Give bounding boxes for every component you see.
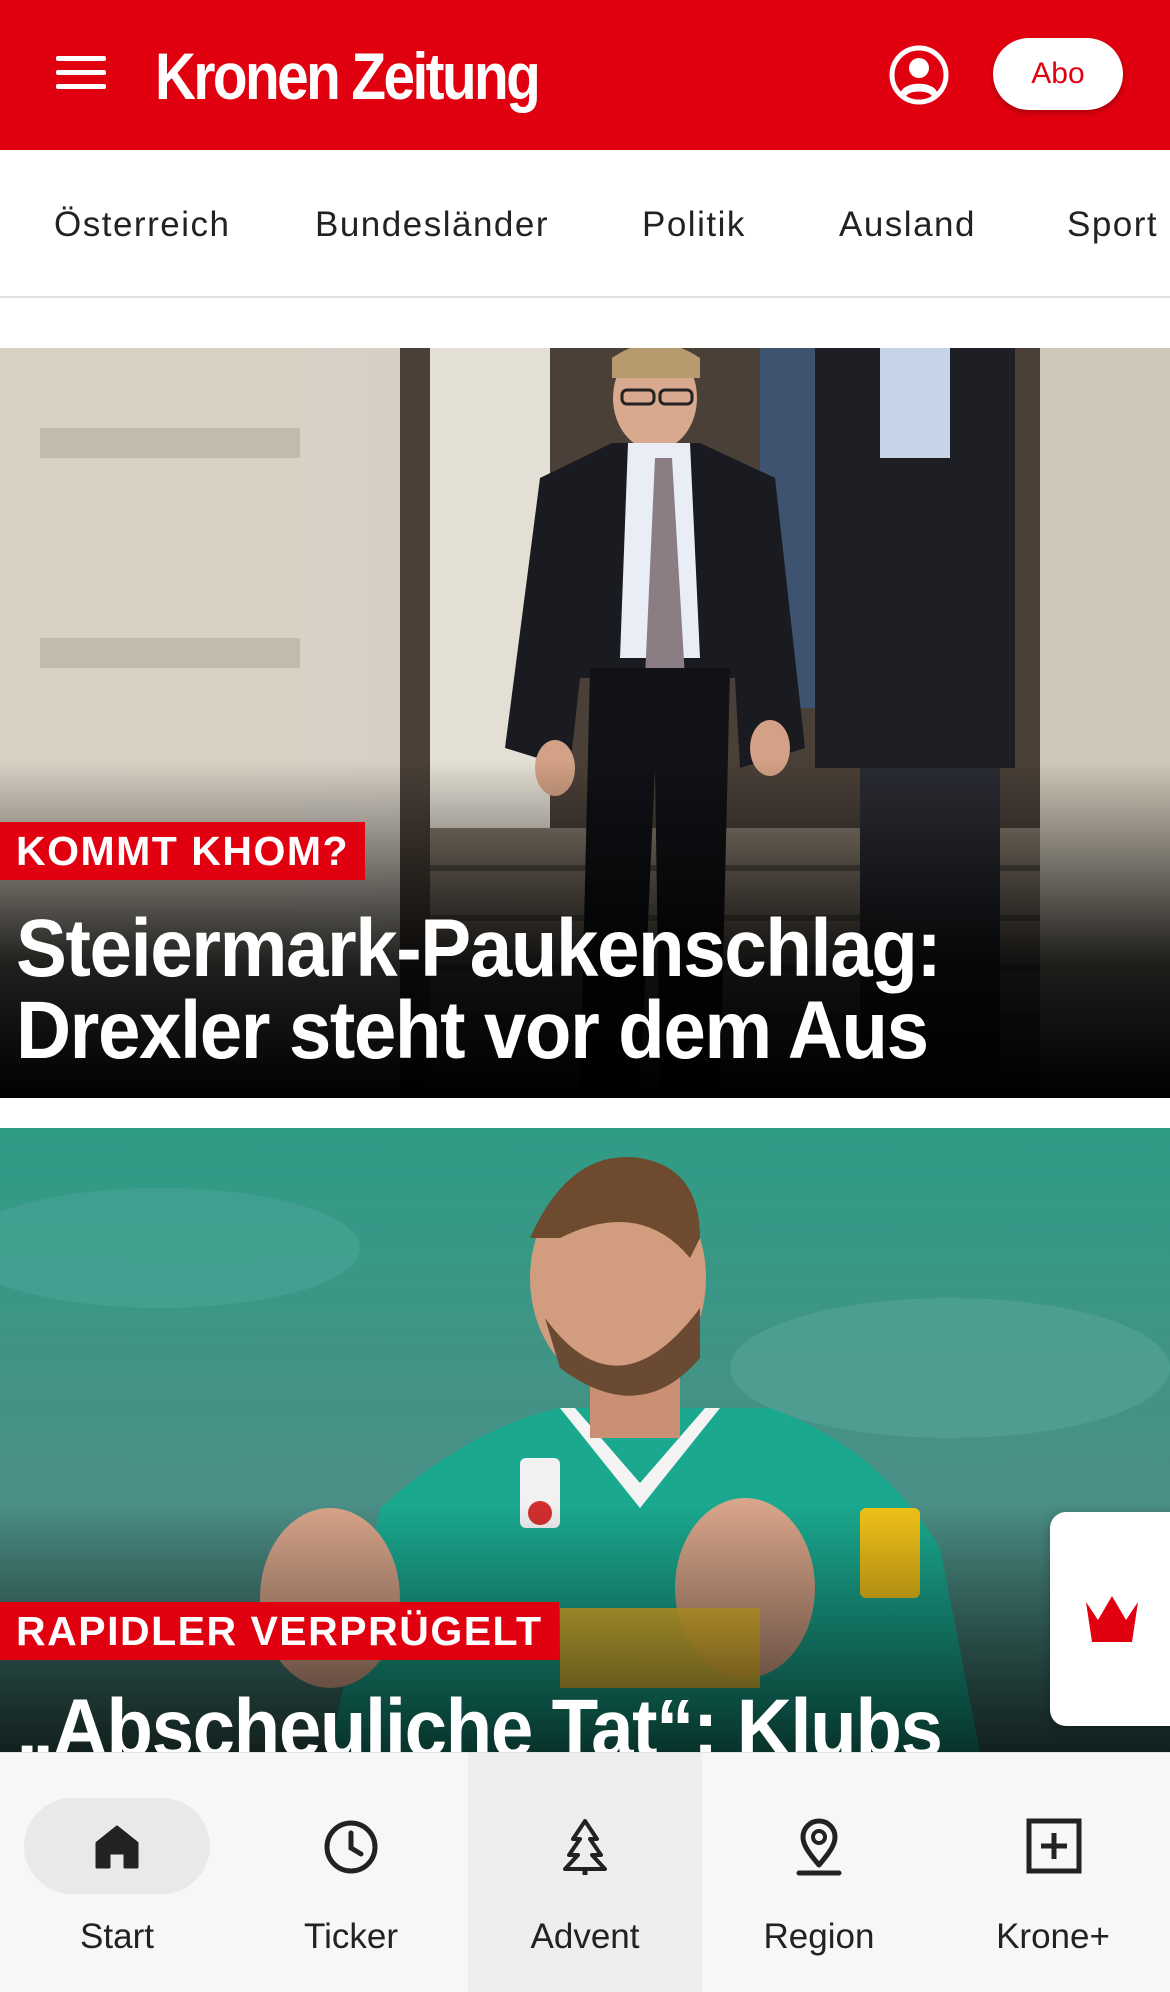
crown-icon	[1086, 1596, 1138, 1642]
tab-ticker[interactable]: Ticker	[234, 1753, 468, 1992]
abo-button[interactable]: Abo	[993, 38, 1123, 110]
tab-label: Ticker	[304, 1917, 398, 1956]
article-kicker: RAPIDLER VERPRÜGELT	[0, 1602, 559, 1660]
nav-item-oesterreich[interactable]: Österreich	[54, 203, 230, 247]
tab-kroneplus[interactable]: Krone+	[936, 1753, 1170, 1992]
bottom-navigation: Start Ticker Advent Region Krone+	[0, 1752, 1170, 1992]
christmas-tree-icon	[563, 1819, 607, 1875]
hamburger-menu-icon[interactable]	[52, 48, 110, 96]
app-screen: Kronen Zeitung Abo Österreich Bundesländ…	[0, 0, 1170, 1992]
article-headline: „Abscheuliche Tat“: Klubs	[16, 1683, 943, 1753]
brand-logo[interactable]: Kronen Zeitung	[155, 36, 541, 116]
home-icon	[95, 1825, 139, 1869]
top-header: Kronen Zeitung Abo	[0, 0, 1170, 150]
nav-item-ausland[interactable]: Ausland	[839, 203, 976, 247]
tab-label: Start	[80, 1917, 154, 1956]
tab-label: Krone+	[996, 1917, 1110, 1956]
tab-label: Region	[763, 1917, 875, 1956]
plus-box-icon	[1026, 1818, 1082, 1874]
nav-item-bundeslaender[interactable]: Bundesländer	[315, 203, 549, 247]
user-account-icon[interactable]	[888, 44, 950, 106]
article-card[interactable]: RAPIDLER VERPRÜGELT „Abscheuliche Tat“: …	[0, 1128, 1170, 1752]
article-card[interactable]: KOMMT KHOM? Steiermark-Paukenschlag: Dre…	[0, 348, 1170, 1098]
krone-floating-widget[interactable]	[1050, 1512, 1170, 1726]
tab-start[interactable]: Start	[0, 1753, 234, 1992]
section-nav: Österreich Bundesländer Politik Ausland …	[0, 150, 1170, 298]
nav-item-politik[interactable]: Politik	[642, 203, 746, 247]
location-pin-icon	[796, 1818, 842, 1876]
nav-item-sport[interactable]: Sport	[1067, 203, 1158, 247]
tab-region[interactable]: Region	[702, 1753, 936, 1992]
tab-advent[interactable]: Advent	[468, 1753, 702, 1992]
article-headline: Steiermark-Paukenschlag: Drexler steht v…	[16, 903, 942, 1076]
tab-label: Advent	[530, 1917, 640, 1956]
clock-icon	[324, 1820, 378, 1874]
article-kicker: KOMMT KHOM?	[0, 822, 366, 880]
